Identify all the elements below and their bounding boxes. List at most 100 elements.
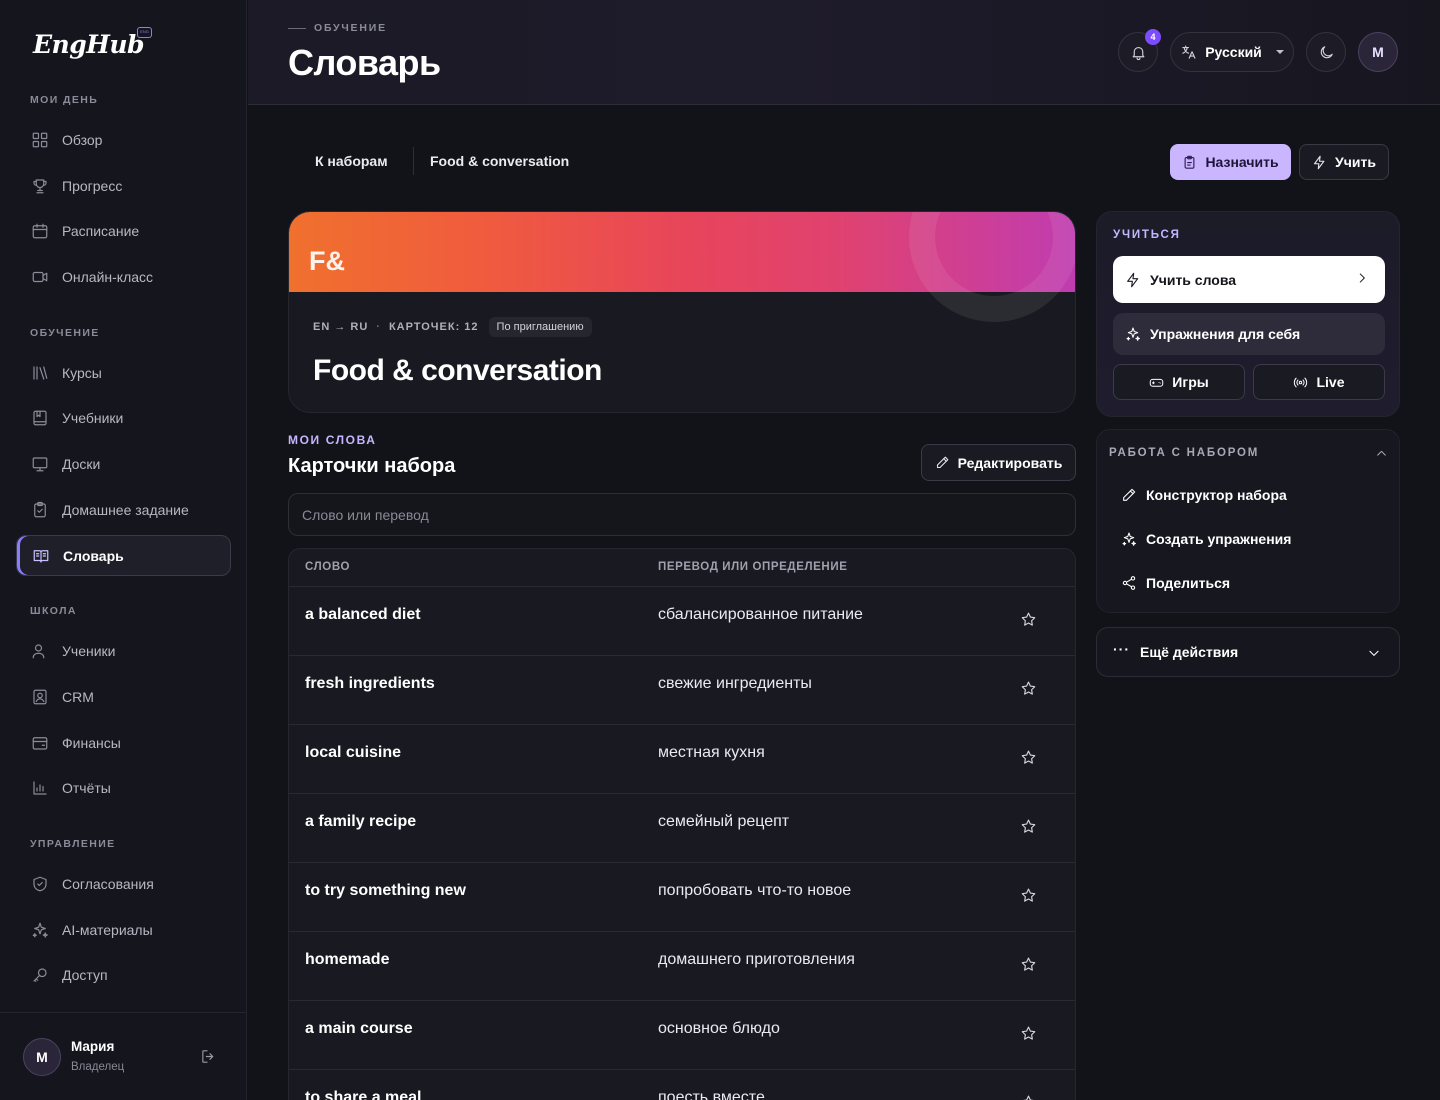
users-icon: [31, 642, 49, 660]
star-icon[interactable]: [1020, 749, 1037, 766]
sidebar-item-access[interactable]: Доступ: [16, 954, 231, 995]
word-cell: to try something new: [305, 882, 466, 899]
user-role: Владелец: [71, 1061, 125, 1073]
table-row[interactable]: a main course основное блюдо: [289, 1001, 1075, 1070]
sidebar-item-reports[interactable]: Отчёты: [16, 767, 231, 808]
sidebar-item-crm[interactable]: CRM: [16, 676, 231, 717]
bell-icon: [1130, 44, 1147, 61]
sidebar-item-label: AI-материалы: [62, 921, 153, 938]
star-icon[interactable]: [1020, 611, 1037, 628]
set-builder-link[interactable]: Конструктор набора: [1121, 487, 1287, 503]
star-icon[interactable]: [1020, 1025, 1037, 1042]
share-link[interactable]: Поделиться: [1121, 575, 1230, 591]
set-banner: F&: [289, 212, 1075, 322]
theme-toggle[interactable]: [1306, 32, 1346, 72]
sidebar-item-finance[interactable]: Финансы: [16, 722, 231, 763]
my-words-eyebrow: МОИ СЛОВА: [288, 433, 377, 447]
star-icon[interactable]: [1020, 818, 1037, 835]
translation-cell: основное блюдо: [658, 1020, 780, 1037]
sidebar-item-boards[interactable]: Доски: [16, 443, 231, 484]
back-to-sets-link[interactable]: К наборам: [315, 153, 388, 169]
chevron-up-icon[interactable]: [1375, 447, 1388, 460]
translation-cell: сбалансированное питание: [658, 606, 863, 623]
word-cell: to share a meal: [305, 1089, 422, 1100]
breadcrumb-current-set: Food & conversation: [430, 153, 570, 169]
edit-button[interactable]: Редактировать: [921, 444, 1076, 481]
table-row[interactable]: local cuisine местная кухня: [289, 725, 1075, 794]
learn-words-button[interactable]: Учить слова: [1113, 256, 1385, 303]
translation-cell: семейный рецепт: [658, 813, 790, 830]
sidebar-user: M Мария Владелец: [0, 1012, 246, 1100]
set-work-label: РАБОТА С НАБОРОМ: [1109, 447, 1260, 459]
sidebar-item-label: Ученики: [62, 642, 116, 659]
assign-button[interactable]: Назначить: [1170, 144, 1291, 180]
sidebar-item-dictionary[interactable]: Словарь: [16, 535, 231, 576]
meta-separator: ·: [376, 321, 381, 333]
chevron-right-icon: [1355, 271, 1369, 285]
banner-decoration: [909, 212, 1075, 322]
language-select[interactable]: Русский: [1170, 32, 1294, 72]
star-icon[interactable]: [1020, 887, 1037, 904]
live-label: Live: [1316, 374, 1345, 390]
learn-panel: УЧИТЬСЯ Учить слова Упражнения для себя …: [1096, 211, 1400, 417]
column-header-translation: ПЕРЕВОД ИЛИ ОПРЕДЕЛЕНИЕ: [658, 561, 848, 573]
learn-words-label: Учить слова: [1150, 271, 1237, 288]
logout-icon[interactable]: [200, 1048, 217, 1065]
translation-cell: свежие ингредиенты: [658, 675, 812, 692]
language-label: Русский: [1205, 44, 1262, 60]
games-button[interactable]: Игры: [1113, 364, 1245, 400]
sidebar-section-label: УПРАВЛЕНИЕ: [30, 838, 116, 850]
page-title: Словарь: [288, 42, 441, 83]
calendar-icon: [31, 222, 49, 240]
table-row[interactable]: homemade домашнего приготовления: [289, 932, 1075, 1001]
more-actions-dropdown[interactable]: ··· Ещё действия: [1096, 627, 1400, 677]
lightning-icon: [1312, 155, 1327, 170]
sidebar-item-students[interactable]: Ученики: [16, 630, 231, 671]
share-icon: [1121, 575, 1137, 591]
set-meta: EN → RU · КАРТОЧЕК: 12 По приглашению: [313, 317, 592, 337]
table-row[interactable]: to share a meal поесть вместе: [289, 1070, 1075, 1100]
contact-icon: [31, 688, 49, 706]
moon-icon: [1318, 44, 1335, 61]
notifications-button[interactable]: 4: [1118, 29, 1161, 72]
live-button[interactable]: Live: [1253, 364, 1385, 400]
word-cell: a balanced diet: [305, 606, 421, 623]
table-row[interactable]: to try something new попробовать что-то н…: [289, 863, 1075, 932]
sidebar-item-approvals[interactable]: Согласования: [16, 863, 231, 904]
learn-button[interactable]: Учить: [1299, 144, 1389, 180]
sidebar-item-ai-materials[interactable]: AI-материалы: [16, 909, 231, 950]
learn-panel-label: УЧИТЬСЯ: [1113, 229, 1181, 241]
star-icon[interactable]: [1020, 680, 1037, 697]
translation-cell: поесть вместе: [658, 1089, 765, 1100]
sidebar-item-label: Домашнее задание: [62, 501, 189, 518]
more-dots-icon: ···: [1113, 641, 1130, 657]
sidebar-item-homework[interactable]: Домашнее задание: [16, 489, 231, 530]
sidebar-item-online-class[interactable]: Онлайн-класс: [16, 256, 231, 297]
star-icon[interactable]: [1020, 956, 1037, 973]
table-row[interactable]: a balanced diet сбалансированное питание: [289, 587, 1075, 656]
sidebar-item-progress[interactable]: Прогресс: [16, 165, 231, 206]
translate-icon: [1180, 44, 1197, 61]
sidebar-item-label: Словарь: [63, 547, 124, 564]
trophy-icon: [31, 177, 49, 195]
wallet-icon: [31, 734, 49, 752]
sidebar-item-textbooks[interactable]: Учебники: [16, 397, 231, 438]
avatar[interactable]: M: [23, 1038, 61, 1076]
star-icon[interactable]: [1020, 1094, 1037, 1100]
sparkles-icon: [1125, 326, 1141, 342]
logo[interactable]: EngHub ENG: [33, 27, 152, 59]
pencil-icon: [935, 455, 950, 470]
word-cell: a main course: [305, 1020, 413, 1037]
word-cell: fresh ingredients: [305, 675, 435, 692]
table-row[interactable]: fresh ingredients свежие ингредиенты: [289, 656, 1075, 725]
sidebar-item-courses[interactable]: Курсы: [16, 352, 231, 393]
board-icon: [31, 455, 49, 473]
word-search-input[interactable]: [288, 493, 1076, 536]
create-exercises-link[interactable]: Создать упражнения: [1121, 531, 1291, 547]
table-row[interactable]: a family recipe семейный рецепт: [289, 794, 1075, 863]
user-avatar[interactable]: M: [1358, 32, 1398, 72]
sidebar-item-overview[interactable]: Обзор: [16, 119, 231, 160]
sidebar-item-schedule[interactable]: Расписание: [16, 210, 231, 251]
edit-label: Редактировать: [957, 454, 1063, 471]
self-exercises-button[interactable]: Упражнения для себя: [1113, 313, 1385, 355]
